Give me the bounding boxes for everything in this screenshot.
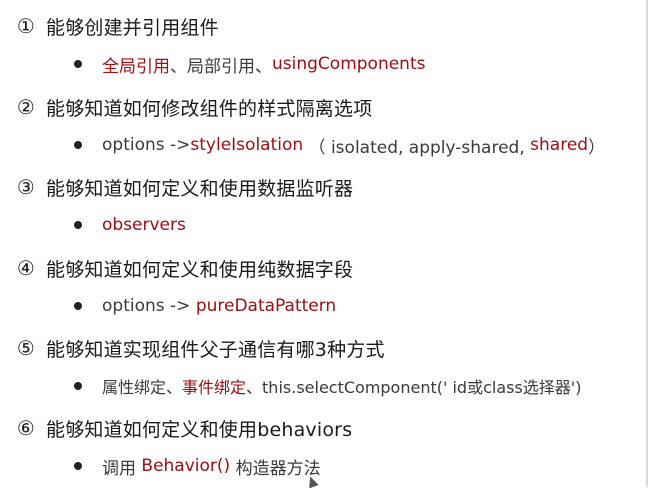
item-number-1: ①: [16, 14, 36, 38]
heading-2: ② 能够知道如何修改组件的样式隔离选项: [14, 93, 372, 121]
bullet-2-part-5: ）: [588, 137, 606, 158]
bullet-5-part-1: 属性绑定、: [102, 378, 183, 397]
bullet-6: 调用 Behavior() 构造器方法: [74, 454, 321, 479]
item-title-2: 能够知道如何修改组件的样式隔离选项: [46, 97, 373, 120]
bullet-2: options -> styleIsolation （ isolated, ap…: [74, 133, 606, 158]
bullet-1-part-2: 、局部引用、: [170, 56, 272, 77]
item-title-3: 能够知道如何定义和使用数据监听器: [46, 177, 354, 200]
item-number-4: ④: [16, 256, 36, 280]
item-title-6: 能够知道如何定义和使用behaviors: [46, 418, 353, 441]
bullet-3-part-1: observers: [102, 215, 186, 235]
item-title-4: 能够知道如何定义和使用纯数据字段: [46, 258, 354, 281]
bullet-1: 全局引用 、局部引用、 usingComponents: [74, 52, 426, 77]
bullet-dot-icon: [74, 302, 82, 310]
bullet-6-part-3: 构造器方法: [230, 458, 321, 479]
bullet-5: 属性绑定、 事件绑定 、this.selectComponent(' id或cl…: [74, 374, 581, 398]
bullet-1-part-1: 全局引用: [102, 56, 170, 77]
item-title-5: 能够知道实现组件父子通信有哪3种方式: [46, 338, 385, 361]
bullet-dot-icon: [74, 382, 82, 390]
summary-slide: ① 能够创建并引用组件 全局引用 、局部引用、 usingComponents …: [0, 0, 648, 488]
bullet-1-part-3: usingComponents: [272, 54, 426, 74]
bullet-4-part-1: options ->: [102, 296, 196, 316]
heading-6: ⑥ 能够知道如何定义和使用behaviors: [14, 414, 352, 442]
bullet-dot-icon: [74, 141, 82, 149]
bullet-2-part-3: （ isolated, apply-shared,: [303, 137, 531, 158]
bullet-dot-icon: [74, 221, 82, 229]
heading-4: ④ 能够知道如何定义和使用纯数据字段: [14, 254, 353, 282]
item-number-6: ⑥: [16, 416, 36, 440]
bullet-6-part-2: Behavior(): [141, 456, 231, 476]
bullet-5-part-3: 、this.selectComponent(' id或class选择器'): [246, 378, 582, 397]
item-number-5: ⑤: [16, 336, 36, 360]
heading-3: ③ 能够知道如何定义和使用数据监听器: [14, 173, 353, 201]
bullet-4-part-2: pureDataPattern: [195, 296, 337, 316]
bullet-dot-icon: [74, 462, 82, 470]
bullet-dot-icon: [74, 60, 82, 68]
bullet-2-part-2: styleIsolation: [190, 135, 304, 155]
bullet-6-part-1: 调用: [102, 458, 142, 479]
heading-1: ① 能够创建并引用组件: [14, 12, 219, 40]
bullet-2-part-1: options ->: [102, 135, 191, 155]
bullet-2-part-4: shared: [530, 135, 589, 155]
item-number-2: ②: [16, 95, 36, 119]
bullet-5-part-2: 事件绑定: [182, 378, 247, 397]
item-number-3: ③: [16, 175, 36, 199]
heading-5: ⑤ 能够知道实现组件父子通信有哪3种方式: [14, 334, 385, 362]
bullet-4: options -> pureDataPattern: [74, 294, 336, 318]
bullet-3: observers: [74, 213, 186, 237]
item-title-1: 能够创建并引用组件: [46, 16, 219, 39]
